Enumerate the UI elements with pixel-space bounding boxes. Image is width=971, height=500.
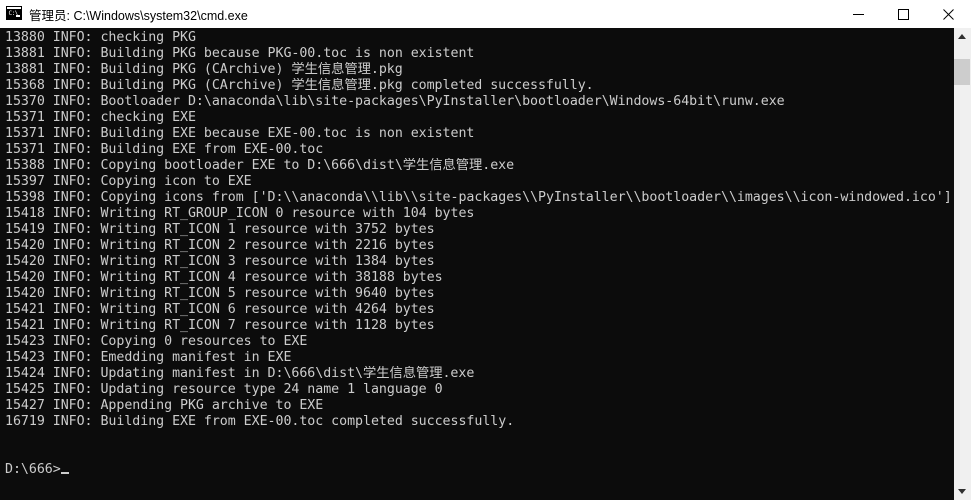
title-bar[interactable]: C:\ 管理员: C:\Windows\system32\cmd.exe [0, 0, 971, 28]
maximize-icon [898, 8, 909, 20]
console-line: 15421 INFO: Writing RT_ICON 6 resource w… [5, 302, 435, 317]
console-line: 15398 INFO: Copying icons from ['D:\\ana… [5, 190, 952, 205]
prompt-path: D:\666> [5, 462, 61, 477]
window-controls [836, 0, 971, 28]
scroll-up-button[interactable] [954, 28, 970, 45]
console-output[interactable]: 13880 INFO: checking PKG 13881 INFO: Buil… [0, 28, 953, 500]
console-line: 15388 INFO: Copying bootloader EXE to D:… [5, 158, 515, 173]
console-line: 15420 INFO: Writing RT_ICON 4 resource w… [5, 270, 443, 285]
console-line: 15420 INFO: Writing RT_ICON 3 resource w… [5, 254, 435, 269]
console-line: 15368 INFO: Building PKG (CArchive) 学生信息… [5, 78, 594, 93]
console-line: 13880 INFO: checking PKG [5, 30, 196, 45]
maximize-button[interactable] [881, 0, 926, 28]
console-line: 15420 INFO: Writing RT_ICON 2 resource w… [5, 238, 435, 253]
console-line: 13881 INFO: Building PKG (CArchive) 学生信息… [5, 62, 403, 77]
scroll-down-icon [958, 488, 966, 494]
cmd-console-icon: C:\ [6, 6, 22, 22]
scroll-up-icon [958, 33, 966, 39]
text-cursor [60, 472, 69, 474]
console-line: 15423 INFO: Copying 0 resources to EXE [5, 334, 308, 349]
scroll-down-button[interactable] [954, 483, 970, 500]
scrollbar-thumb[interactable] [954, 59, 970, 85]
console-line: 16719 INFO: Building EXE from EXE-00.toc… [5, 414, 515, 429]
console-line: 15419 INFO: Writing RT_ICON 1 resource w… [5, 222, 435, 237]
minimize-button[interactable] [836, 0, 881, 28]
console-area: 13880 INFO: checking PKG 13881 INFO: Buil… [0, 28, 971, 500]
vertical-scrollbar[interactable] [953, 28, 971, 500]
console-line: 15371 INFO: Building EXE because EXE-00.… [5, 126, 475, 141]
console-line: 15371 INFO: Building EXE from EXE-00.toc [5, 142, 324, 157]
cmd-window: C:\ 管理员: C:\Windows\system32\cmd.exe 138… [0, 0, 971, 500]
console-line: 15397 INFO: Copying icon to EXE [5, 174, 252, 189]
console-line: 15420 INFO: Writing RT_ICON 5 resource w… [5, 286, 435, 301]
close-button[interactable] [926, 0, 971, 28]
close-icon [943, 8, 954, 20]
console-line: 15427 INFO: Appending PKG archive to EXE [5, 398, 324, 413]
console-line: 15371 INFO: checking EXE [5, 110, 196, 125]
minimize-icon [853, 13, 864, 15]
console-prompt[interactable]: D:\666> [5, 462, 953, 478]
console-line: 15424 INFO: Updating manifest in D:\666\… [5, 366, 475, 381]
window-title: 管理员: C:\Windows\system32\cmd.exe [29, 8, 248, 23]
console-line: 15423 INFO: Emedding manifest in EXE [5, 350, 292, 365]
console-line: 15421 INFO: Writing RT_ICON 7 resource w… [5, 318, 435, 333]
console-line: 15370 INFO: Bootloader D:\anaconda\lib\s… [5, 94, 785, 109]
console-line: 15418 INFO: Writing RT_GROUP_ICON 0 reso… [5, 206, 475, 221]
console-line: 13881 INFO: Building PKG because PKG-00.… [5, 46, 475, 61]
scrollbar-track[interactable] [954, 45, 971, 483]
console-line: 15425 INFO: Updating resource type 24 na… [5, 382, 443, 397]
